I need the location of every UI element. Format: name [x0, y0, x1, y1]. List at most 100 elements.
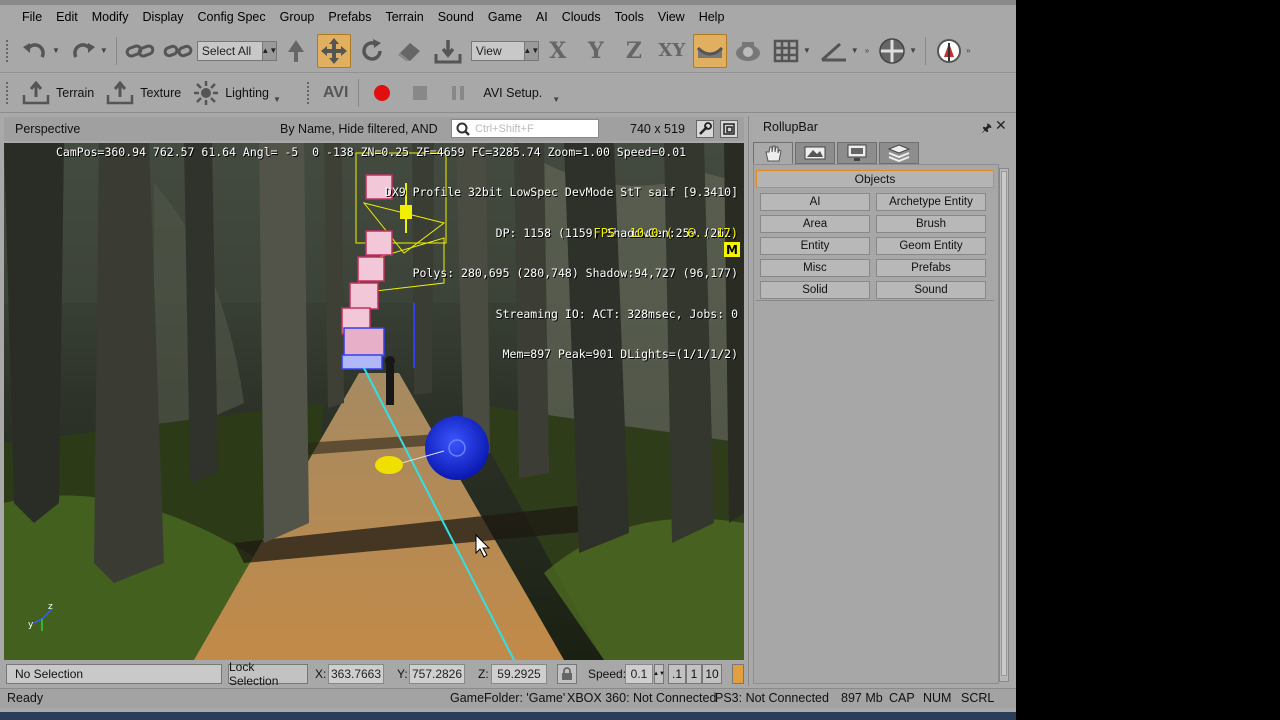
avi-setup-button[interactable]: AVI Setup. ▼: [477, 78, 570, 108]
undo-dropdown-icon[interactable]: ▼: [52, 46, 60, 55]
menu-prefabs[interactable]: Prefabs: [322, 10, 377, 24]
menu-game[interactable]: Game: [482, 10, 528, 24]
tab-objects[interactable]: [753, 142, 793, 164]
y-label: Y:: [397, 667, 408, 681]
object-snap-button[interactable]: [731, 34, 765, 68]
toolbar-grip[interactable]: [6, 39, 10, 62]
object-archetype-entity-button[interactable]: Archetype Entity: [876, 193, 986, 211]
menu-edit[interactable]: Edit: [50, 10, 84, 24]
toolbar-grip[interactable]: [6, 81, 10, 104]
menu-help[interactable]: Help: [693, 10, 731, 24]
ai-physics-toggle[interactable]: [732, 664, 744, 684]
speed-preset-10[interactable]: 10: [702, 664, 722, 684]
z-coordinate-field[interactable]: 59.2925: [491, 664, 547, 684]
viewport-maximize-button[interactable]: [720, 120, 738, 138]
object-ai-button[interactable]: AI: [760, 193, 870, 211]
stop-button[interactable]: [403, 76, 437, 110]
main-toolbar: ▼ ▼ Select All ▲▼ View ▲▼ X Y Z XY ▼ ▼ »…: [0, 29, 1016, 73]
lock-coordinates-button[interactable]: [557, 664, 577, 684]
axis-x-button[interactable]: X: [541, 34, 575, 68]
tab-display[interactable]: [837, 142, 877, 164]
viewport-options-button[interactable]: [696, 120, 714, 138]
axis-y-button[interactable]: Y: [579, 34, 613, 68]
record-button[interactable]: [365, 76, 399, 110]
menu-terrain[interactable]: Terrain: [379, 10, 429, 24]
speed-preset-1[interactable]: 1: [686, 664, 702, 684]
grid-snap-button[interactable]: [769, 34, 803, 68]
scale-tool-button[interactable]: [393, 34, 427, 68]
viewport-filter-label[interactable]: By Name, Hide filtered, AND: [280, 122, 438, 136]
link-button[interactable]: [123, 34, 157, 68]
menu-group[interactable]: Group: [274, 10, 321, 24]
object-brush-button[interactable]: Brush: [876, 215, 986, 233]
viewport-search-box[interactable]: [451, 119, 599, 138]
redo-dropdown-icon[interactable]: ▼: [100, 46, 108, 55]
material-picker-button[interactable]: [875, 34, 909, 68]
object-entity-button[interactable]: Entity: [760, 237, 870, 255]
place-tool-button[interactable]: [431, 34, 465, 68]
angle-snap-button[interactable]: [817, 34, 851, 68]
axis-xy-button[interactable]: XY: [655, 34, 689, 68]
viewport-title[interactable]: Perspective: [15, 122, 80, 136]
coordinate-system-combo[interactable]: View ▲▼: [470, 40, 539, 61]
lock-selection-button[interactable]: Lock Selection: [228, 660, 308, 688]
menu-clouds[interactable]: Clouds: [556, 10, 607, 24]
hand-icon: [765, 145, 782, 162]
object-solid-button[interactable]: Solid: [760, 281, 870, 299]
menu-display[interactable]: Display: [137, 10, 190, 24]
viewport-search-input[interactable]: [471, 122, 591, 135]
menu-view[interactable]: View: [652, 10, 691, 24]
status-num: NUM: [923, 691, 952, 705]
texture-button[interactable]: Texture: [100, 78, 187, 108]
pin-icon[interactable]: 🖈: [981, 119, 992, 140]
pause-button[interactable]: [441, 76, 475, 110]
perspective-viewport[interactable]: z y CamPos=360.94 762.57 61.64 Angl= -5 …: [4, 143, 744, 660]
material-dropdown-icon[interactable]: ▼: [909, 46, 917, 55]
rollup-scrollbar[interactable]: [999, 168, 1009, 682]
ai-point-icon: [937, 38, 962, 63]
menu-sound[interactable]: Sound: [432, 10, 480, 24]
rotate-tool-button[interactable]: [355, 34, 389, 68]
toolbar-overflow-icon-2[interactable]: »: [966, 46, 970, 55]
terrain-snap-button[interactable]: [692, 33, 727, 68]
avi-dropdown-icon[interactable]: ▼: [552, 95, 560, 104]
axis-z-button[interactable]: Z: [617, 34, 651, 68]
object-area-button[interactable]: Area: [760, 215, 870, 233]
menu-tools[interactable]: Tools: [609, 10, 650, 24]
object-misc-button[interactable]: Misc: [760, 259, 870, 277]
speed-preset-0-1[interactable]: .1: [668, 664, 686, 684]
selection-combo[interactable]: Select All ▲▼: [196, 40, 277, 61]
grid-dropdown-icon[interactable]: ▼: [803, 46, 811, 55]
terrain-button[interactable]: Terrain: [16, 78, 100, 108]
sun-icon: [194, 80, 219, 105]
menu-ai[interactable]: AI: [530, 10, 554, 24]
angle-dropdown-icon[interactable]: ▼: [851, 46, 859, 55]
tab-terrain[interactable]: [795, 142, 835, 164]
lighting-dropdown-icon[interactable]: ▼: [273, 95, 281, 104]
select-tool-button[interactable]: [279, 34, 313, 68]
unlink-button[interactable]: [161, 34, 195, 68]
object-geom-entity-button[interactable]: Geom Entity: [876, 237, 986, 255]
menu-modify[interactable]: Modify: [86, 10, 135, 24]
undo-button[interactable]: [18, 34, 52, 68]
object-sound-button[interactable]: Sound: [876, 281, 986, 299]
toolbar-overflow-icon[interactable]: »: [865, 46, 869, 55]
menu-config-spec[interactable]: Config Spec: [192, 10, 272, 24]
menu-file[interactable]: File: [16, 10, 48, 24]
selection-status: No Selection: [6, 664, 222, 684]
tab-layers[interactable]: [879, 142, 919, 164]
x-coordinate-field[interactable]: 363.7663: [328, 664, 384, 684]
scrollbar-thumb[interactable]: [1001, 171, 1007, 676]
speed-spinner[interactable]: ▲▼: [653, 664, 665, 684]
object-prefabs-button[interactable]: Prefabs: [876, 259, 986, 277]
lighting-button[interactable]: Lighting ▼: [187, 78, 291, 108]
speed-field[interactable]: 0.1: [625, 664, 653, 684]
objects-section-header[interactable]: Objects: [756, 170, 994, 188]
toolbar-grip[interactable]: [306, 81, 311, 104]
close-icon[interactable]: ✕: [995, 117, 1007, 134]
gizmo-z-label: z: [48, 602, 53, 612]
redo-button[interactable]: [66, 34, 100, 68]
ai-navigation-button[interactable]: [932, 34, 966, 68]
move-tool-button[interactable]: [316, 33, 351, 68]
y-coordinate-field[interactable]: 757.2826: [409, 664, 465, 684]
